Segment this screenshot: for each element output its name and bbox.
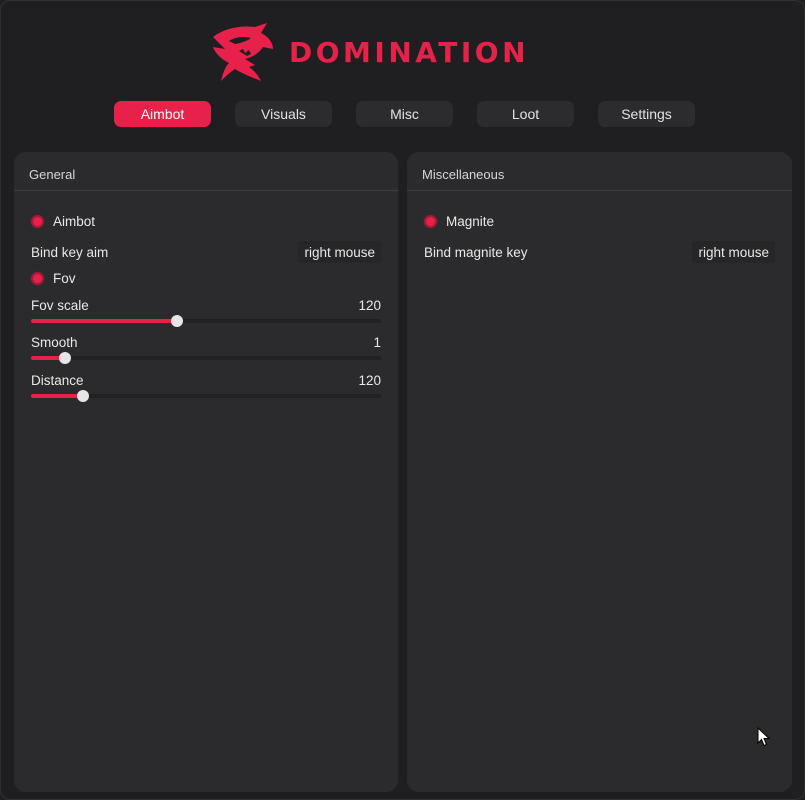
tab-settings[interactable]: Settings — [598, 101, 695, 127]
brand-logo: DOMINATION — [209, 23, 589, 83]
brand-name: DOMINATION — [289, 36, 530, 69]
fov-scale-thumb[interactable] — [170, 315, 183, 327]
general-panel-title: General — [14, 152, 398, 191]
distance-thumb[interactable] — [77, 390, 90, 402]
distance-value: 120 — [358, 373, 381, 388]
distance-fill — [31, 394, 84, 398]
magnite-label: Magnite — [446, 213, 495, 229]
tab-visuals[interactable]: Visuals — [235, 101, 332, 127]
bind-key-aim-button[interactable]: right mouse — [298, 241, 381, 263]
distance-slider: Distance 120 — [31, 373, 381, 407]
shark-logo-icon — [213, 23, 273, 81]
fov-scale-slider: Fov scale 120 — [31, 298, 381, 332]
miscellaneous-panel-title: Miscellaneous — [407, 152, 792, 191]
fov-scale-value: 120 — [358, 298, 381, 313]
fov-scale-fill — [31, 319, 177, 323]
fov-scale-label: Fov scale — [31, 298, 89, 313]
tab-bar: Aimbot Visuals Misc Loot Settings — [114, 101, 714, 127]
fov-label: Fov — [53, 270, 76, 286]
general-panel: General Aimbot Bind key aim right mouse … — [14, 152, 398, 792]
fov-toggle[interactable]: Fov — [31, 270, 381, 286]
smooth-label: Smooth — [31, 335, 78, 350]
miscellaneous-panel: Miscellaneous Magnite Bind magnite key r… — [407, 152, 792, 792]
tab-aimbot[interactable]: Aimbot — [114, 101, 211, 127]
radio-on-icon — [424, 214, 437, 228]
smooth-value: 1 — [373, 335, 381, 350]
distance-label: Distance — [31, 373, 84, 388]
bind-key-aim-row: Bind key aim right mouse — [31, 241, 381, 263]
distance-track[interactable] — [31, 390, 381, 402]
radio-on-icon — [31, 214, 44, 228]
magnite-toggle[interactable]: Magnite — [424, 213, 775, 229]
fov-scale-track[interactable] — [31, 315, 381, 327]
app-window: DOMINATION Aimbot Visuals Misc Loot Sett… — [0, 0, 805, 800]
bind-magnite-key-label: Bind magnite key — [424, 244, 528, 260]
mouse-pointer-icon — [757, 727, 771, 747]
bind-key-aim-label: Bind key aim — [31, 244, 109, 260]
smooth-track[interactable] — [31, 352, 381, 364]
bind-magnite-key-row: Bind magnite key right mouse — [424, 241, 775, 263]
radio-on-icon — [31, 271, 44, 285]
tab-misc[interactable]: Misc — [356, 101, 453, 127]
aimbot-toggle[interactable]: Aimbot — [31, 213, 381, 229]
aimbot-label: Aimbot — [53, 213, 96, 229]
smooth-thumb[interactable] — [58, 352, 71, 364]
bind-magnite-key-button[interactable]: right mouse — [692, 241, 775, 263]
tab-loot[interactable]: Loot — [477, 101, 574, 127]
smooth-slider: Smooth 1 — [31, 335, 381, 369]
